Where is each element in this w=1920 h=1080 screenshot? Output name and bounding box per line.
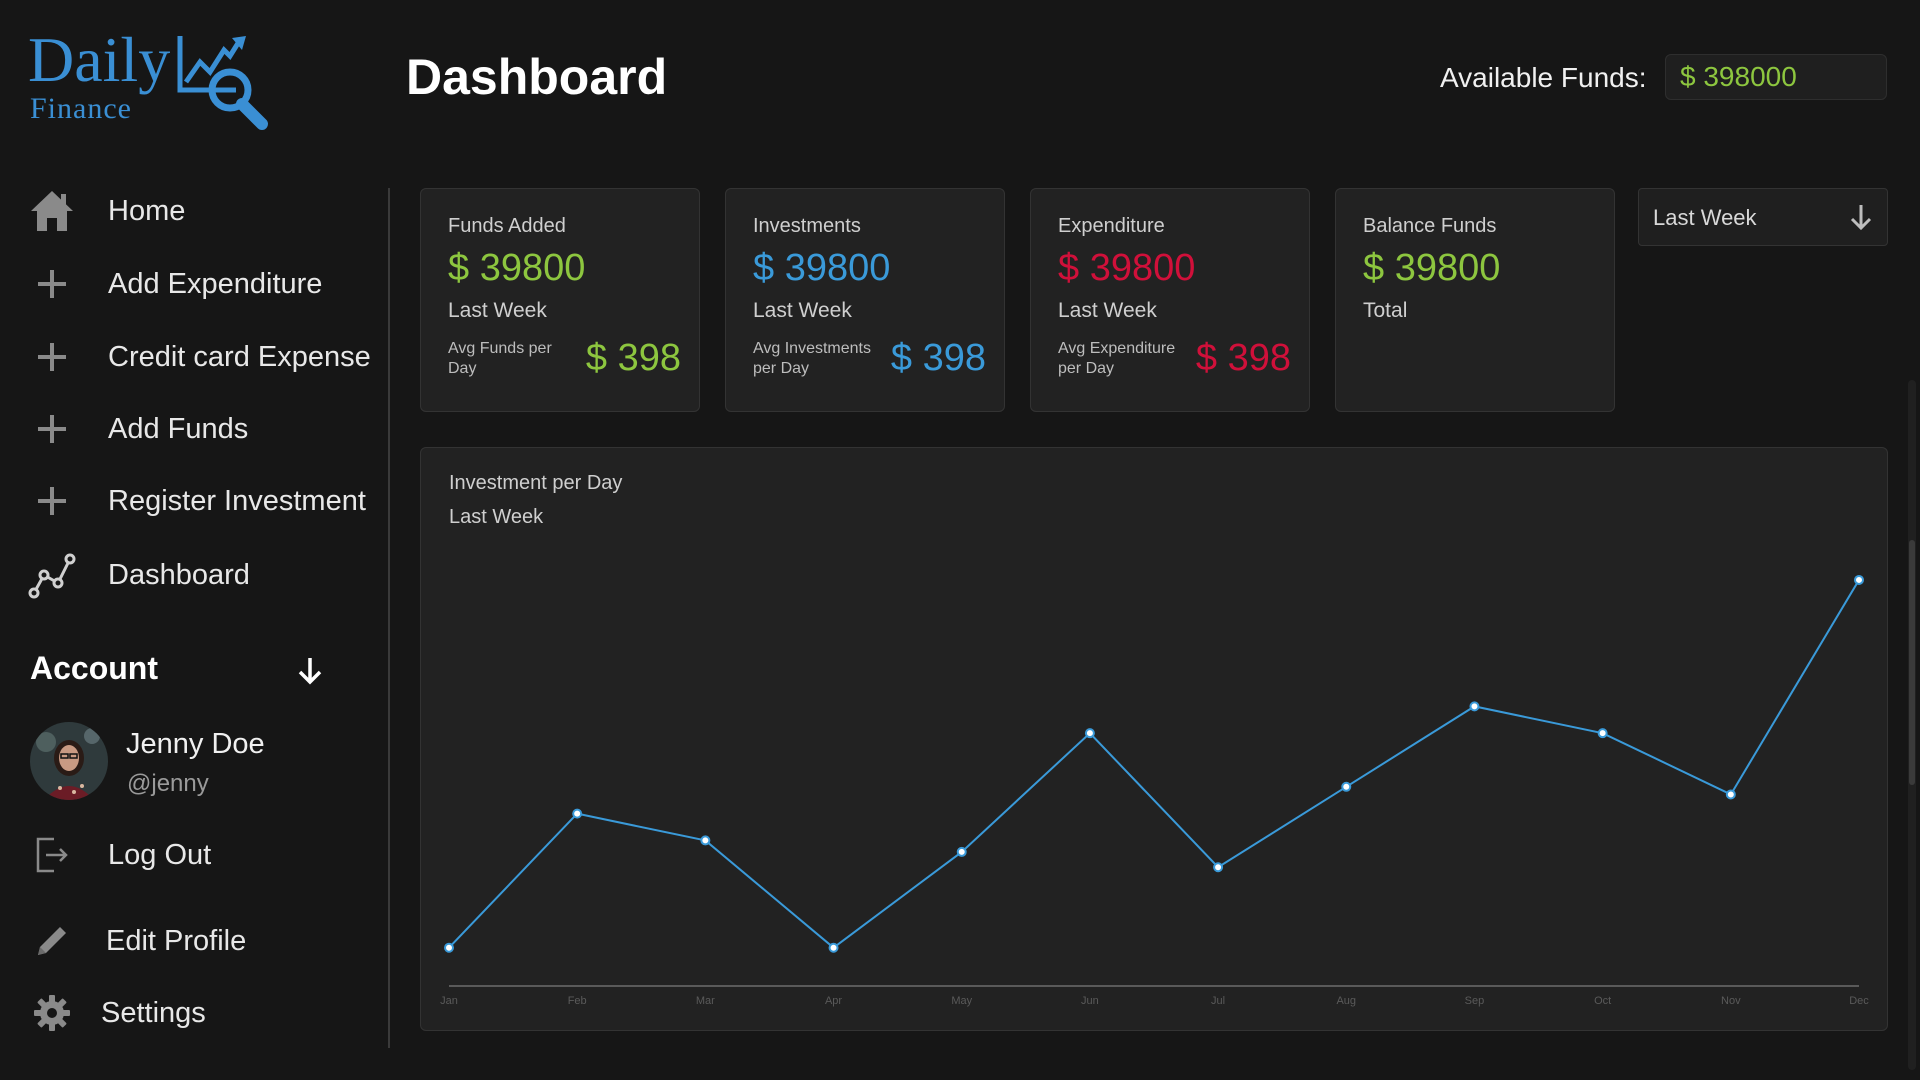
plus-icon [28,477,76,525]
chart-subtitle: Last Week [449,506,544,528]
logout-icon [28,831,76,879]
gear-icon [28,989,76,1037]
period-select-value: Last Week [1653,205,1757,230]
card-period: Last Week [448,299,547,322]
funds-added-card: Funds Added $ 39800 Last Week Avg Funds … [420,188,700,412]
magnifier-chart-icon [177,36,268,130]
card-title: Expenditure [1058,215,1165,237]
arrow-down-icon [1850,205,1872,231]
card-period: Last Week [1058,299,1157,322]
sidebar-item-label: Dashboard [108,558,250,591]
card-title: Funds Added [448,215,566,237]
balance-funds-card: Balance Funds $ 39800 Total [1335,188,1615,412]
data-point[interactable] [828,942,839,953]
data-point[interactable] [1213,862,1224,873]
investments-card: Investments $ 39800 Last Week Avg Invest… [725,188,1005,412]
card-avg-value: $ 398 [585,337,681,379]
settings-label: Settings [101,996,206,1029]
data-point[interactable] [1725,789,1736,800]
sidebar-divider [388,188,390,1048]
chart-title: Investment per Day [449,472,623,494]
plus-icon [28,260,76,308]
x-tick-label: May [951,995,972,1007]
scrollbar-thumb[interactable] [1909,540,1915,785]
data-point[interactable] [1597,728,1608,739]
x-tick-label: Nov [1721,995,1741,1007]
available-funds-label: Available Funds: [1440,62,1647,93]
sidebar-item-home[interactable]: Home [28,186,185,236]
logo-text-finance: Finance [30,92,132,125]
sidebar-item-add-expenditure[interactable]: Add Expenditure [28,259,322,309]
card-period: Last Week [753,299,852,322]
account-section-title: Account [30,650,158,686]
plus-icon [28,405,76,453]
edit-profile-label: Edit Profile [106,924,247,957]
data-point[interactable] [572,808,583,819]
card-avg-label: Avg Expenditure per Day [1058,340,1176,377]
x-tick-label: Mar [696,995,715,1007]
sidebar-item-credit-card-expense[interactable]: Credit card Expense [28,332,371,382]
app-logo[interactable]: Daily Finance [28,24,288,134]
data-point[interactable] [1341,781,1352,792]
investment-line-chart: Jan Feb Mar Apr May Jun Jul Aug Sep Oct Nov Dec [440,574,1869,1007]
series-line [448,579,1860,949]
sidebar-item-label: Home [108,194,186,227]
line-chart-icon [28,551,76,599]
avatar[interactable] [30,722,108,800]
settings-button[interactable]: Settings [28,988,206,1038]
home-icon [28,187,76,235]
edit-profile-button[interactable]: Edit Profile [28,916,246,966]
x-tick-label: Jun [1081,995,1099,1007]
period-select[interactable]: Last Week [1638,188,1888,246]
x-tick-label: Feb [568,995,587,1007]
card-value: $ 39800 [1058,247,1196,289]
sidebar-item-label: Add Expenditure [108,267,323,300]
logo-text-daily: Daily [28,24,171,95]
user-name: Jenny Doe [126,728,265,760]
arrow-down-icon[interactable] [292,652,328,688]
expenditure-card: Expenditure $ 39800 Last Week Avg Expend… [1030,188,1310,412]
data-point[interactable] [444,942,454,953]
card-title: Investments [753,215,861,237]
card-value: $ 39800 [753,247,891,289]
x-tick-label: Apr [825,995,842,1007]
plus-icon [28,333,76,381]
x-tick-label: Oct [1594,995,1611,1007]
x-tick-label: Aug [1336,995,1356,1007]
data-point[interactable] [700,835,711,846]
card-title: Balance Funds [1363,215,1497,237]
sidebar-item-register-investment[interactable]: Register Investment [28,476,366,526]
card-avg-value: $ 398 [890,337,986,379]
x-tick-label: Jan [440,995,458,1007]
x-tick-label: Sep [1465,995,1485,1007]
logout-button[interactable]: Log Out [28,830,211,880]
card-value: $ 39800 [448,247,586,289]
sidebar-item-dashboard[interactable]: Dashboard [28,550,250,600]
available-funds-value: $ 398000 [1665,54,1887,100]
investment-chart-panel: Jan Feb Mar Apr May Jun Jul Aug Sep Oct Nov Dec Inv… [420,447,1888,1031]
card-avg-label: Avg Investments per Day [753,340,871,377]
data-point[interactable] [1084,728,1095,739]
x-tick-label: Jul [1211,995,1225,1007]
card-avg-value: $ 398 [1195,337,1291,379]
data-point[interactable] [956,846,967,857]
card-period: Total [1363,299,1408,322]
data-point[interactable] [1469,701,1480,712]
data-point[interactable] [1854,574,1864,585]
card-avg-label: Avg Funds per Day [448,340,552,377]
sidebar-item-label: Add Funds [108,412,249,445]
sidebar-item-label: Register Investment [108,484,366,517]
x-tick-label: Dec [1849,995,1869,1007]
sidebar-item-label: Credit card Expense [108,340,371,373]
page-title: Dashboard [406,49,668,105]
pencil-icon [28,917,76,965]
card-value: $ 39800 [1363,247,1501,289]
sidebar-item-add-funds[interactable]: Add Funds [28,404,248,454]
user-handle: @jenny [127,770,209,797]
logout-label: Log Out [108,838,212,871]
